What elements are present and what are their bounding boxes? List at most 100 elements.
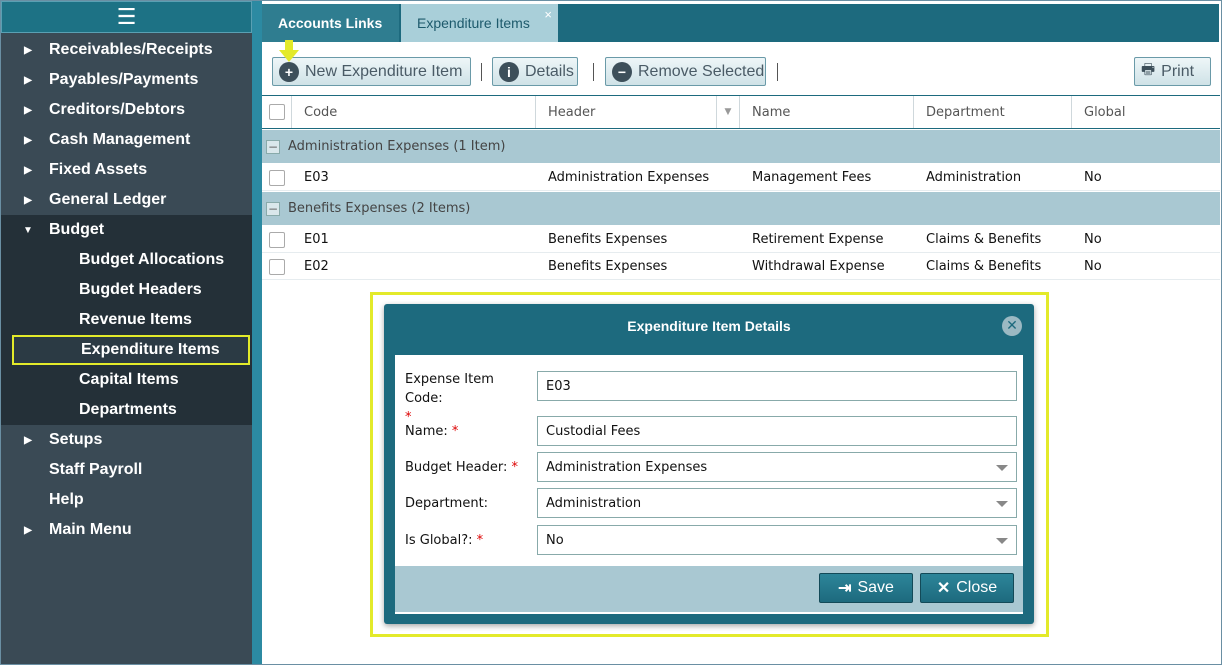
cell-header: Benefits Expenses xyxy=(548,232,668,247)
row-select-cell xyxy=(269,253,285,280)
is-global-select[interactable]: No xyxy=(537,525,1017,555)
toolbar: + New Expenditure Item i Details − Remov… xyxy=(262,54,1220,90)
column-header-code[interactable]: Code xyxy=(292,96,536,128)
chevron-right-icon: ▶ xyxy=(24,164,32,176)
select-all-cell xyxy=(262,96,292,128)
save-button[interactable]: ⇥ Save xyxy=(819,573,913,603)
required-asterisk: * xyxy=(451,424,459,439)
hamburger-menu-button[interactable]: ☰ xyxy=(1,1,252,33)
sidebar-divider xyxy=(252,1,262,664)
sidebar-item-budget-headers[interactable]: Bugdet Headers xyxy=(1,275,252,305)
name-field[interactable]: Custodial Fees xyxy=(537,416,1017,446)
column-header-header[interactable]: Header xyxy=(536,96,740,128)
cell-code: E01 xyxy=(304,232,329,247)
new-expenditure-item-button[interactable]: + New Expenditure Item xyxy=(272,57,471,86)
tab-expenditure-items[interactable]: Expenditure Items × xyxy=(401,4,558,42)
row-checkbox[interactable] xyxy=(269,231,285,248)
details-button[interactable]: i Details xyxy=(492,57,578,86)
column-header-name[interactable]: Name xyxy=(740,96,914,128)
minus-circle-icon: − xyxy=(612,61,632,82)
print-button[interactable]: 🖶 Print xyxy=(1134,57,1211,86)
group-row[interactable]: − Benefits Expenses (2 Items) xyxy=(262,192,1220,225)
sidebar-item-cash-management[interactable]: ▶ Cash Management xyxy=(1,125,252,155)
chevron-down-icon: ▼ xyxy=(23,224,33,236)
remove-selected-button[interactable]: − Remove Selected xyxy=(605,57,766,86)
cell-department: Claims & Benefits xyxy=(926,259,1042,274)
required-asterisk: * xyxy=(511,460,519,475)
row-select-cell xyxy=(269,226,285,253)
tab-accounts-links[interactable]: Accounts Links xyxy=(262,4,399,42)
dialog-title: Expenditure Item Details xyxy=(627,318,791,334)
sidebar-item-budget-allocations[interactable]: Budget Allocations xyxy=(1,245,252,275)
budget-submenu: ▼ Budget Budget Allocations Bugdet Header… xyxy=(1,215,252,425)
table-row[interactable]: E03 Administration Expenses Management F… xyxy=(262,164,1220,191)
sidebar-item-payables[interactable]: ▶ Payables/Payments xyxy=(1,65,252,95)
required-asterisk: * xyxy=(405,410,412,425)
sign-in-icon: ⇥ xyxy=(838,580,852,597)
close-icon: ✕ xyxy=(936,580,951,597)
select-all-checkbox[interactable] xyxy=(268,104,285,120)
cell-name: Retirement Expense xyxy=(752,232,884,247)
cell-code: E03 xyxy=(304,170,329,185)
sidebar-item-creditors[interactable]: ▶ Creditors/Debtors xyxy=(1,95,252,125)
sidebar-item-revenue-items[interactable]: Revenue Items xyxy=(1,305,252,335)
hamburger-icon: ☰ xyxy=(116,4,137,30)
cell-department: Claims & Benefits xyxy=(926,232,1042,247)
toolbar-separator xyxy=(593,63,594,81)
cell-global: No xyxy=(1084,170,1102,185)
toolbar-separator xyxy=(777,63,778,81)
column-header-global[interactable]: Global xyxy=(1072,96,1220,128)
sidebar-item-staff-payroll[interactable]: Staff Payroll xyxy=(1,455,252,485)
dialog-close-icon[interactable]: ✕ xyxy=(1002,316,1022,336)
required-asterisk: * xyxy=(476,533,484,548)
cell-header: Benefits Expenses xyxy=(548,259,668,274)
collapse-icon[interactable]: − xyxy=(266,201,280,216)
info-icon: i xyxy=(499,61,519,82)
chevron-right-icon: ▶ xyxy=(24,194,32,206)
expenditure-item-dialog: Expenditure Item Details ✕ Expense Item … xyxy=(384,304,1034,624)
name-label: Name: * xyxy=(405,424,459,439)
close-tab-icon[interactable]: × xyxy=(544,7,552,22)
close-button[interactable]: ✕ Close xyxy=(920,573,1014,603)
dropdown-caret-icon xyxy=(996,465,1008,471)
grid-header: Code Header ▼ Name Department Global xyxy=(262,95,1220,129)
group-row[interactable]: − Administration Expenses (1 Item) xyxy=(262,130,1220,163)
department-label: Department: xyxy=(405,496,489,511)
dialog-footer: ⇥ Save ✕ Close xyxy=(392,566,1026,612)
collapse-icon[interactable]: − xyxy=(266,139,280,154)
dropdown-caret-icon xyxy=(996,501,1008,507)
row-checkbox[interactable] xyxy=(269,169,285,186)
budget-header-select[interactable]: Administration Expenses xyxy=(537,452,1017,482)
column-filter-dropdown[interactable]: ▼ xyxy=(716,96,740,128)
chevron-right-icon: ▶ xyxy=(24,524,32,536)
table-row[interactable]: E01 Benefits Expenses Retirement Expense… xyxy=(262,226,1220,253)
column-header-department[interactable]: Department xyxy=(914,96,1072,128)
chevron-right-icon: ▶ xyxy=(24,44,32,56)
sidebar-item-expenditure-items[interactable]: Expenditure Items xyxy=(12,335,250,365)
cell-name: Withdrawal Expense xyxy=(752,259,885,274)
department-select[interactable]: Administration xyxy=(537,488,1017,518)
dropdown-caret-icon xyxy=(996,538,1008,544)
sidebar-item-capital-items[interactable]: Capital Items xyxy=(1,365,252,395)
sidebar-item-general-ledger[interactable]: ▶ General Ledger xyxy=(1,185,252,215)
sidebar-item-fixed-assets[interactable]: ▶ Fixed Assets xyxy=(1,155,252,185)
expense-item-code-label: Expense Item Code: * xyxy=(405,372,494,425)
plus-circle-icon: + xyxy=(279,61,299,82)
table-row[interactable]: E02 Benefits Expenses Withdrawal Expense… xyxy=(262,253,1220,280)
highlight-arrow-icon xyxy=(279,40,299,62)
chevron-right-icon: ▶ xyxy=(24,434,32,446)
printer-icon: 🖶 xyxy=(1141,61,1156,78)
sidebar-item-setups[interactable]: ▶ Setups xyxy=(1,425,252,455)
tab-bar: Accounts Links Expenditure Items × xyxy=(262,4,1219,42)
cell-department: Administration xyxy=(926,170,1022,185)
row-checkbox[interactable] xyxy=(269,258,285,275)
cell-global: No xyxy=(1084,232,1102,247)
sidebar-item-receivables[interactable]: ▶ Receivables/Receipts xyxy=(1,35,252,65)
expense-item-code-field[interactable]: E03 xyxy=(537,371,1017,401)
sidebar-item-budget[interactable]: ▼ Budget xyxy=(1,215,252,245)
sidebar-item-departments[interactable]: Departments xyxy=(1,395,252,425)
toolbar-separator xyxy=(481,63,482,81)
cell-code: E02 xyxy=(304,259,329,274)
sidebar-item-main-menu[interactable]: ▶ Main Menu xyxy=(1,515,252,545)
sidebar-item-help[interactable]: Help xyxy=(1,485,252,515)
